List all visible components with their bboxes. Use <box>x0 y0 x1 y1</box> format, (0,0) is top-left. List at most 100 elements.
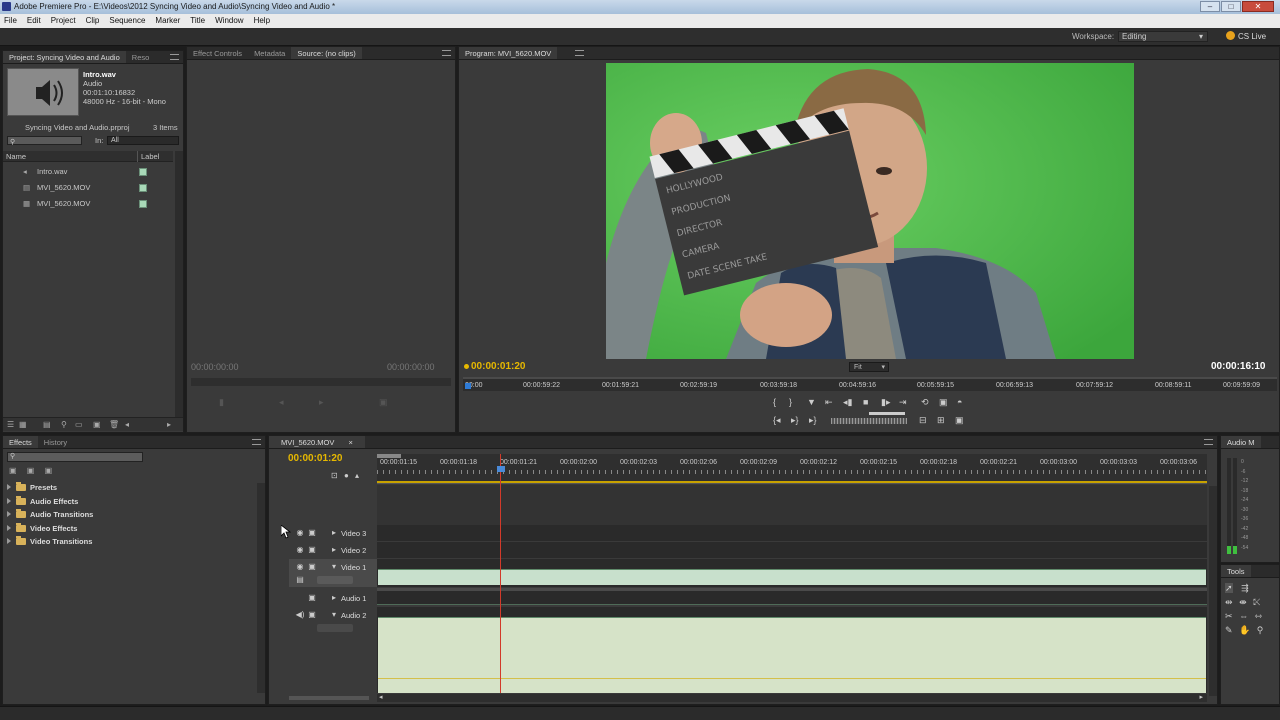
workspace-select[interactable]: Editing ▾ <box>1118 31 1208 42</box>
rate-stretch-tool-icon[interactable]: ⤪ <box>1253 597 1260 607</box>
panel-menu-icon[interactable] <box>170 54 179 60</box>
menu-sequence[interactable]: Sequence <box>109 14 145 28</box>
slip-tool-icon[interactable]: ⇔ <box>1239 611 1248 621</box>
close-icon[interactable]: ✕ <box>1242 1 1274 12</box>
speaker-icon[interactable]: ◀) <box>295 610 305 620</box>
tab-effect-controls[interactable]: Effect Controls <box>187 47 248 59</box>
mark-in-icon[interactable]: ▮ <box>219 397 224 408</box>
work-area-bar[interactable] <box>377 454 401 458</box>
program-playhead-icon[interactable] <box>465 383 471 389</box>
panel-menu-icon[interactable] <box>1204 439 1213 445</box>
safe-margins-icon[interactable]: ▣ <box>939 397 948 408</box>
32bit-effects-icon[interactable]: ▣ <box>27 466 35 475</box>
project-scrollbar[interactable] <box>175 151 183 417</box>
tab-project[interactable]: Project: Syncing Video and Audio <box>3 51 126 63</box>
shuttle-slider[interactable] <box>869 412 905 415</box>
zoom-tool-icon[interactable]: ⚲ <box>1257 625 1264 635</box>
pen-tool-icon[interactable]: ✎ <box>1225 625 1233 635</box>
scroll-left-icon[interactable]: ◂ <box>125 418 129 432</box>
track-audio-2[interactable] <box>377 607 1207 693</box>
menu-edit[interactable]: Edit <box>27 14 41 28</box>
effects-folder-audio-transitions[interactable]: Audio Transitions <box>7 509 247 524</box>
track-select-tool-icon[interactable]: ⇶ <box>1241 583 1249 593</box>
video-clip[interactable] <box>378 569 1206 585</box>
track-video-1[interactable] <box>377 559 1207 587</box>
timeline-horizontal-scrollbar[interactable]: ◂ ▸ <box>377 694 1207 702</box>
add-marker-icon[interactable]: ▼ <box>807 397 816 407</box>
panel-menu-icon[interactable] <box>575 50 584 56</box>
track-video-3[interactable] <box>377 525 1207 541</box>
go-to-previous-edit-icon[interactable]: {◂ <box>773 415 781 426</box>
list-item[interactable]: ▦ MVI_5620.MOV <box>3 196 173 212</box>
cs-live-button[interactable]: CS Live <box>1226 31 1266 41</box>
scroll-right-icon[interactable]: ▸ <box>1199 693 1203 701</box>
menu-window[interactable]: Window <box>215 14 243 28</box>
lock-icon[interactable]: ▣ <box>307 562 317 572</box>
tab-metadata[interactable]: Metadata <box>248 47 291 59</box>
tab-source[interactable]: Source: (no clips) <box>291 47 362 59</box>
loop-icon[interactable]: ⟲ <box>921 397 929 408</box>
menu-clip[interactable]: Clip <box>86 14 100 28</box>
ripple-edit-tool-icon[interactable]: ⇹ <box>1225 597 1233 607</box>
tab-history[interactable]: History <box>38 436 73 448</box>
expand-track-icon[interactable]: ▸ <box>329 528 339 538</box>
track-video-2[interactable] <box>377 542 1207 558</box>
icon-view-icon[interactable]: ▦ <box>19 418 27 432</box>
jog-shuttle[interactable] <box>831 418 907 424</box>
fit-select[interactable]: Fit ▾ <box>849 362 889 372</box>
source-time-ruler[interactable] <box>191 378 451 386</box>
selection-tool-icon[interactable]: ➚ <box>1225 583 1233 593</box>
effects-folder-video-transitions[interactable]: Video Transitions <box>7 536 247 551</box>
expand-track-icon[interactable]: ▸ <box>329 545 339 555</box>
track-header-video-3[interactable]: ◉ ▣ ▸ Video 3 <box>289 525 377 541</box>
list-item[interactable]: ▤ MVI_5620.MOV <box>3 180 173 196</box>
new-item-icon[interactable]: ▣ <box>93 418 101 432</box>
list-view-icon[interactable]: ☰ <box>7 418 14 432</box>
display-style-icon[interactable]: ▤ <box>295 575 305 585</box>
go-to-out-icon[interactable]: ⇥ <box>899 397 907 408</box>
eye-icon[interactable]: ◉ <box>295 528 305 538</box>
track-audio-1[interactable] <box>377 591 1207 605</box>
add-marker-icon[interactable]: ● <box>344 471 349 480</box>
hand-tool-icon[interactable]: ✋ <box>1239 625 1250 635</box>
effects-scrollbar[interactable] <box>257 483 265 693</box>
razor-tool-icon[interactable]: ✂ <box>1225 611 1233 621</box>
collapse-track-icon[interactable]: ▾ <box>329 562 339 572</box>
track-header-audio-2[interactable]: ◀) ▣ ▾ Audio 2 <box>289 607 377 633</box>
marker-icon[interactable]: ▴ <box>355 471 359 480</box>
snap-icon[interactable]: ⊡ <box>331 471 338 480</box>
effects-folder-audio-effects[interactable]: Audio Effects <box>7 495 247 511</box>
effects-folder-presets[interactable]: Presets <box>7 482 247 497</box>
panel-menu-icon[interactable] <box>442 50 451 56</box>
effects-folder-video-effects[interactable]: Video Effects <box>7 522 247 538</box>
zoom-slider[interactable] <box>289 696 369 700</box>
program-video-frame[interactable]: HOLLYWOOD PRODUCTION DIRECTOR CAMERA DAT… <box>606 63 1134 359</box>
menu-project[interactable]: Project <box>51 14 76 28</box>
minimize-icon[interactable]: – <box>1200 1 1220 12</box>
track-header-video-1[interactable]: ◉ ▣ ▾ Video 1 ▤ <box>289 559 377 587</box>
mark-out-icon[interactable]: } <box>789 397 792 407</box>
tab-resources[interactable]: Reso <box>126 51 156 63</box>
eye-icon[interactable]: ◉ <box>295 562 305 572</box>
mark-in-icon[interactable]: { <box>773 397 776 407</box>
col-name[interactable]: Name <box>6 151 26 162</box>
timeline-current-timecode[interactable]: 00:00:01:20 <box>288 453 342 464</box>
go-to-in-icon[interactable]: ⇤ <box>825 397 833 408</box>
accelerated-effects-icon[interactable]: ▣ <box>9 466 17 475</box>
new-bin-icon[interactable]: ▭ <box>75 418 83 432</box>
automate-icon[interactable]: ▤ <box>43 418 51 432</box>
export-frame-icon[interactable]: ▣ <box>955 415 964 426</box>
output-icon[interactable]: ◓ <box>957 397 962 407</box>
scroll-right-icon[interactable]: ▸ <box>167 418 171 432</box>
insert-icon[interactable]: ▣ <box>379 397 388 408</box>
play-in-to-out-icon[interactable]: ▸} <box>791 415 799 426</box>
rolling-edit-tool-icon[interactable]: ⇼ <box>1239 597 1247 607</box>
eye-icon[interactable]: ◉ <box>295 545 305 555</box>
audio-clip[interactable] <box>378 617 1206 693</box>
lock-icon[interactable]: ▣ <box>307 528 317 538</box>
list-item[interactable]: ◂ Intro.wav <box>3 164 173 180</box>
menu-title[interactable]: Title <box>190 14 205 28</box>
program-time-ruler[interactable]: 00:00 00:00:59:22 00:01:59:21 00:02:59:1… <box>463 377 1277 391</box>
lift-icon[interactable]: ⊟ <box>919 415 927 426</box>
tab-sequence[interactable]: MVI_5620.MOV × <box>269 436 365 448</box>
